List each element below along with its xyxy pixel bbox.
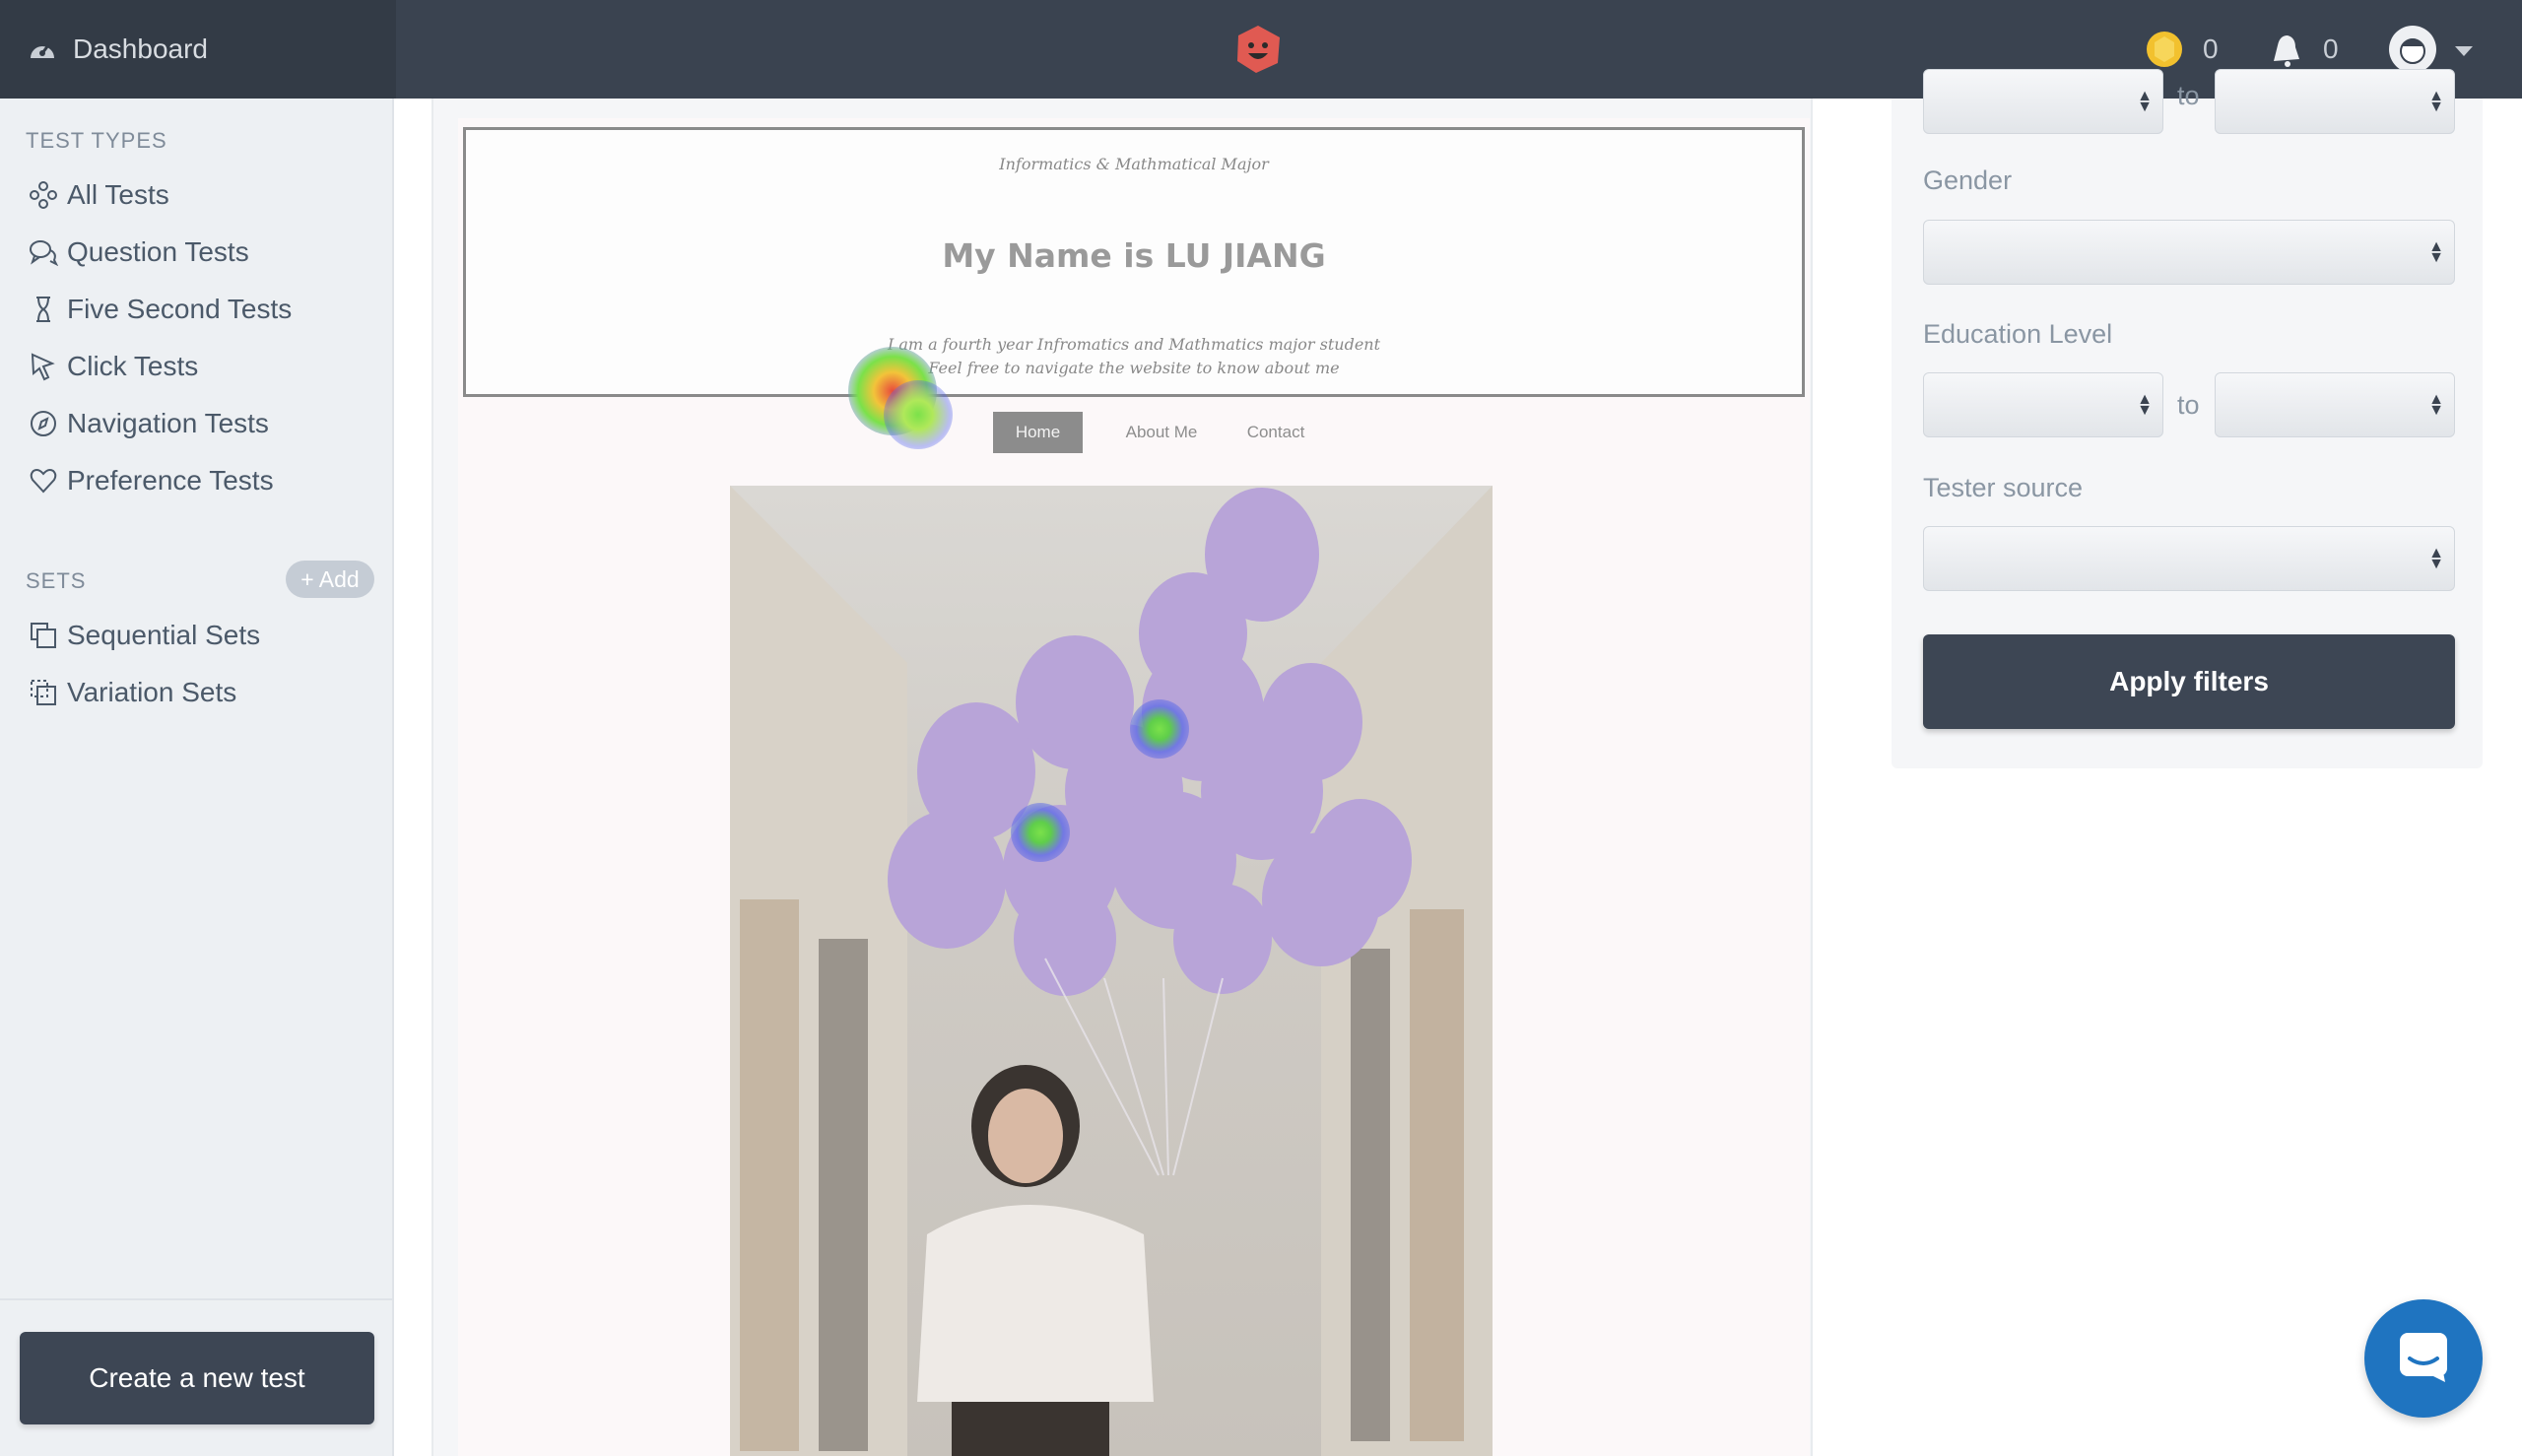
dashboard-label: Dashboard [73, 33, 208, 64]
heat-spot-balloon-2 [1011, 803, 1070, 862]
sidebar-item-five-second-tests[interactable]: Five Second Tests [28, 290, 292, 329]
sidebar-item-label: Preference Tests [67, 465, 274, 496]
sidebar: TEST TYPES All Tests Question Tests Five… [0, 99, 394, 1456]
gender-select[interactable]: ▲ ▼ [1923, 220, 2455, 285]
age-to-label: to [2177, 81, 2200, 110]
education-level-label: Education Level [1923, 319, 2113, 349]
site-nav: Home About Me Contact [458, 412, 1810, 453]
education-to-label: to [2177, 390, 2200, 420]
coins-count: 0 [2203, 33, 2219, 64]
sidebar-item-sequential-sets[interactable]: Sequential Sets [28, 616, 260, 655]
tester-source-select[interactable]: ▲ ▼ [1923, 526, 2455, 591]
education-from-select[interactable]: ▲ ▼ [1923, 372, 2163, 437]
hourglass-icon [28, 294, 59, 325]
sidebar-item-label: Five Second Tests [67, 294, 293, 324]
age-from-select[interactable]: ▲ ▼ [1923, 69, 2163, 134]
heatmap-screenshot[interactable]: Informatics & Mathmatical Major My Name … [458, 118, 1810, 1456]
test-types-heading: TEST TYPES [26, 128, 167, 153]
chat-icon [2396, 1329, 2451, 1389]
sidebar-item-preference-tests[interactable]: Preference Tests [28, 461, 274, 500]
dashboard-link[interactable]: Dashboard [0, 0, 396, 99]
sidebar-item-navigation-tests[interactable]: Navigation Tests [28, 404, 269, 443]
sidebar-item-question-tests[interactable]: Question Tests [28, 232, 249, 272]
sidebar-item-click-tests[interactable]: Click Tests [28, 347, 198, 386]
site-nav-home[interactable]: Home [993, 412, 1083, 453]
education-to-select[interactable]: ▲ ▼ [2215, 372, 2455, 437]
site-nav-contact[interactable]: Contact [1227, 412, 1325, 453]
sidebar-item-label: All Tests [67, 179, 169, 210]
dashed-squares-icon [28, 677, 59, 708]
heat-spot-mid [884, 380, 953, 449]
cursor-icon [28, 351, 59, 382]
gender-label: Gender [1923, 165, 2013, 195]
hero-title: My Name is LU JIANG [942, 236, 1326, 275]
chat-bubbles-icon [28, 236, 59, 268]
speedometer-icon [28, 36, 57, 62]
heart-icon [28, 465, 59, 496]
add-set-button[interactable]: + Add [286, 561, 374, 598]
tester-source-label: Tester source [1923, 473, 2084, 502]
sidebar-item-all-tests[interactable]: All Tests [28, 175, 169, 215]
compass-icon [28, 408, 59, 439]
site-hero: Informatics & Mathmatical Major My Name … [463, 127, 1805, 397]
heat-spot-balloon-1 [1130, 699, 1189, 759]
age-to-select[interactable]: ▲ ▼ [2215, 69, 2455, 134]
chevron-down-icon [2455, 33, 2473, 65]
chat-launcher-button[interactable] [2364, 1299, 2483, 1418]
sets-heading: SETS [26, 568, 87, 593]
hero-line-1: I am a fourth year Infromatics and Mathm… [887, 335, 1381, 354]
sidebar-item-variation-sets[interactable]: Variation Sets [28, 673, 236, 712]
site-nav-about[interactable]: About Me [1102, 412, 1221, 453]
stacked-squares-icon [28, 620, 59, 651]
apply-filters-button[interactable]: Apply filters [1923, 634, 2455, 729]
coin-icon [2144, 29, 2185, 70]
hero-subtitle: Informatics & Mathmatical Major [999, 155, 1269, 173]
create-new-test-button[interactable]: Create a new test [20, 1332, 374, 1424]
filter-panel: ▲ ▼ to ▲ ▼ Gender ▲ ▼ Education Level ▲ ▼ to… [1892, 69, 2483, 768]
bell-icon [2266, 30, 2305, 69]
sidebar-item-label: Question Tests [67, 236, 249, 267]
sidebar-item-label: Navigation Tests [67, 408, 269, 438]
sidebar-item-label: Variation Sets [67, 677, 237, 707]
balloon-photo [730, 486, 1493, 1456]
avatar [2388, 25, 2437, 74]
nodes-icon [28, 179, 59, 211]
sidebar-item-label: Sequential Sets [67, 620, 261, 650]
sidebar-item-label: Click Tests [67, 351, 199, 381]
app-logo[interactable] [1232, 24, 1284, 75]
hero-line-2: Feel free to navigate the website to kno… [928, 359, 1340, 377]
notifications-count: 0 [2323, 33, 2339, 64]
sidebar-divider [0, 1298, 394, 1300]
